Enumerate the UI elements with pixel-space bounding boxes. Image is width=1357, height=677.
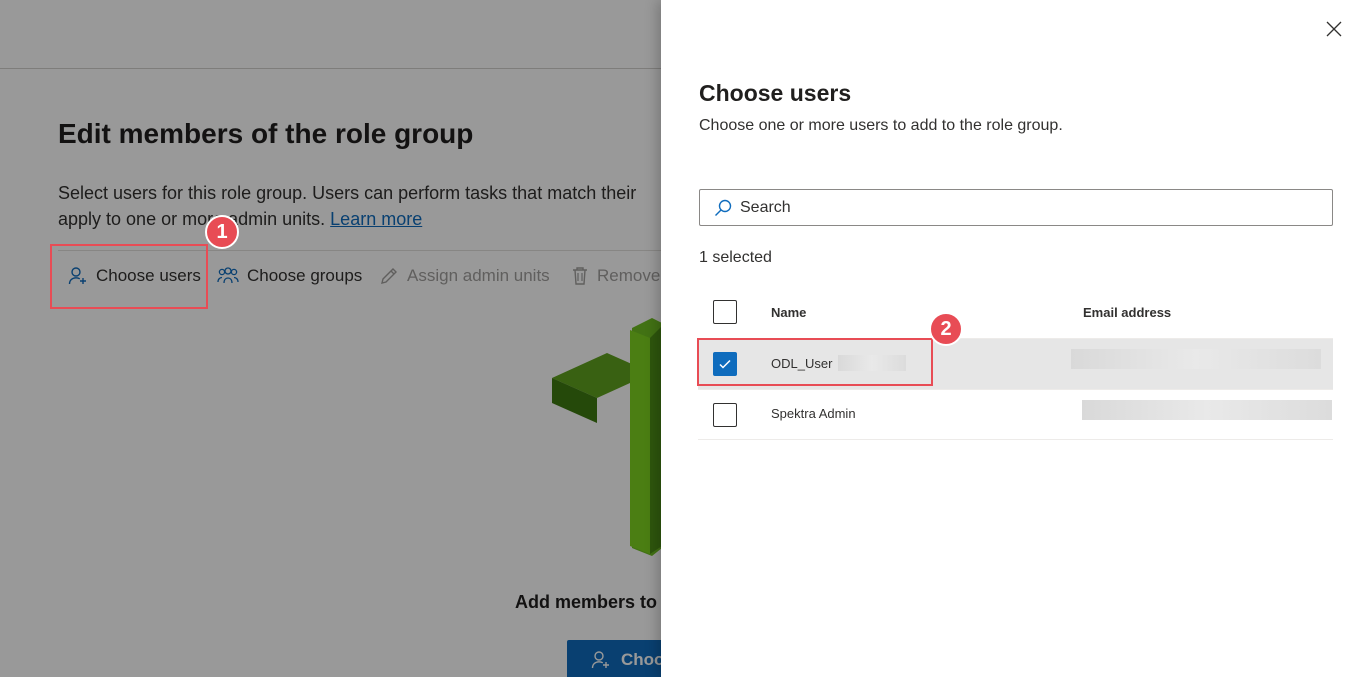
row-checkbox[interactable] [713, 403, 737, 427]
callout-badge-2: 2 [929, 312, 963, 346]
search-box[interactable] [699, 189, 1333, 226]
panel-title: Choose users [699, 80, 852, 106]
callout-box-choose-users [50, 244, 208, 309]
selected-count: 1 selected [699, 249, 772, 266]
redacted-email [1071, 349, 1321, 369]
close-button[interactable] [1321, 16, 1347, 42]
select-all-checkbox[interactable] [713, 300, 737, 324]
close-icon [1326, 21, 1342, 37]
redacted-email [1082, 400, 1332, 420]
search-icon [715, 199, 732, 216]
panel-subtitle: Choose one or more users to add to the r… [699, 117, 1063, 134]
user-name-cell: Spektra Admin [771, 406, 856, 421]
callout-box-selected-user [697, 338, 933, 386]
table-row[interactable]: Spektra Admin [698, 389, 1333, 440]
column-header-name[interactable]: Name [771, 305, 806, 320]
column-header-email[interactable]: Email address [1083, 305, 1171, 320]
callout-badge-1: 1 [205, 215, 239, 249]
user-name: Spektra Admin [771, 406, 856, 421]
table-header: Name Email address [698, 290, 1333, 338]
search-input[interactable] [740, 198, 1300, 217]
